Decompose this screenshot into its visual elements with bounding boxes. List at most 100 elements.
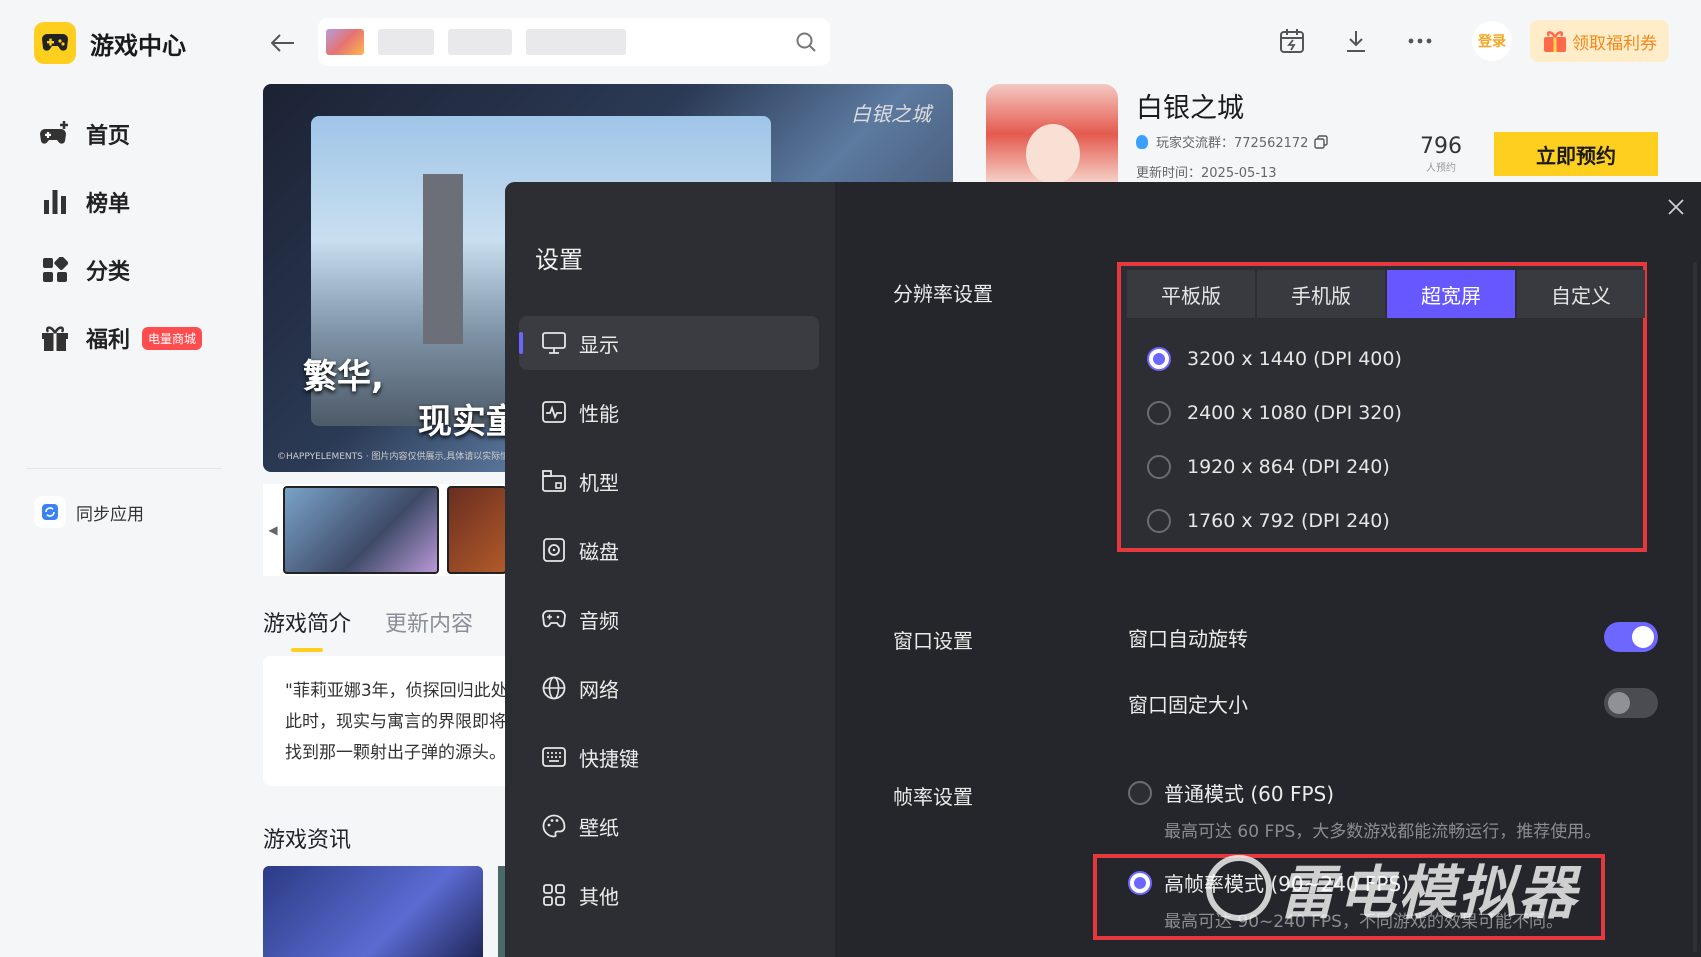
calendar-icon[interactable] <box>1272 21 1312 61</box>
update-date: 更新时间：2025-05-13 <box>1136 166 1277 181</box>
close-icon <box>1668 199 1684 215</box>
login-button[interactable]: 登录 <box>1472 21 1512 61</box>
disk-icon <box>541 537 567 563</box>
audio-gamepad-icon <box>541 606 567 632</box>
banner-copyright: ©HAPPYELEMENTS · 图片内容仅供展示,具体请以实际情况为准 <box>277 452 537 462</box>
banner-title-1: 繁华, <box>303 357 384 397</box>
banner-tower <box>423 174 463 344</box>
resolution-option[interactable]: 1920 x 864 (DPI 240) <box>1147 440 1402 494</box>
bar-chart-icon <box>38 185 72 219</box>
settings-title: 设置 <box>535 246 583 274</box>
scrollbar[interactable] <box>1693 262 1697 952</box>
more-icon[interactable] <box>1400 21 1440 61</box>
settings-item-shortcuts[interactable]: 快捷键 <box>519 730 819 784</box>
radio[interactable] <box>1147 455 1171 479</box>
settings-menu: 显示 性能 机型 磁盘 音频 网络 快捷键 壁纸 其他 <box>519 316 819 937</box>
qq-group-text: 玩家交流群：772562172 <box>1156 136 1309 151</box>
copy-icon[interactable] <box>1314 134 1329 149</box>
reservation-label: 人预约 <box>1426 163 1456 174</box>
settings-item-wallpaper[interactable]: 壁纸 <box>519 799 819 853</box>
tab-intro[interactable]: 游戏简介 <box>263 606 351 652</box>
description-line: 此时，现实与寓言的界限即将 <box>285 712 506 732</box>
sidebar-divider <box>26 468 222 469</box>
radio[interactable] <box>1147 509 1171 533</box>
settings-item-label: 机型 <box>579 470 619 495</box>
watermark-text: 雷电模拟器 <box>1278 859 1579 927</box>
tab-updates[interactable]: 更新内容 <box>385 606 473 638</box>
settings-item-disk[interactable]: 磁盘 <box>519 523 819 577</box>
radio[interactable] <box>1147 401 1171 425</box>
sidebar-item-home[interactable]: 首页 <box>38 100 202 168</box>
toggle-knob <box>1608 692 1630 714</box>
sidebar-item-category[interactable]: 分类 <box>38 236 202 304</box>
resolution-option-label: 3200 x 1440 (DPI 400) <box>1187 348 1402 370</box>
device-model-icon <box>541 468 567 494</box>
sidebar-item-label: 榜单 <box>86 192 131 217</box>
sidebar-item-ranking[interactable]: 榜单 <box>38 168 202 236</box>
settings-item-other[interactable]: 其他 <box>519 868 819 922</box>
reserve-button[interactable]: 立即预约 <box>1494 132 1658 176</box>
app-title: 游戏中心 <box>90 31 186 60</box>
search-input[interactable] <box>318 18 830 66</box>
settings-item-display[interactable]: 显示 <box>519 316 819 370</box>
fps-normal-option[interactable]: 普通模式 (60 FPS) 最高可达 60 FPS，大多数游戏都能流畅运行，推荐… <box>1128 778 1648 842</box>
sidebar-item-welfare[interactable]: 福利 电量商城 <box>38 304 203 372</box>
search-blurred-content <box>326 29 626 55</box>
settings-modal: 设置 显示 性能 机型 磁盘 音频 网络 快捷键 壁纸 其他 分辨率设置 平板版… <box>505 182 1701 957</box>
chevron-left-icon[interactable]: ◀ <box>263 523 283 537</box>
welfare-coupon-button[interactable]: 领取福利券 <box>1530 20 1669 62</box>
settings-item-device-model[interactable]: 机型 <box>519 454 819 508</box>
keyboard-icon <box>541 744 567 770</box>
gamepad-logo-icon <box>34 22 76 64</box>
settings-item-network[interactable]: 网络 <box>519 661 819 715</box>
settings-item-performance[interactable]: 性能 <box>519 385 819 439</box>
thumbnail[interactable] <box>283 486 439 574</box>
qq-group[interactable]: 玩家交流群：772562172 <box>1136 132 1329 151</box>
radio-selected[interactable] <box>1128 870 1152 895</box>
resolution-option-label: 2400 x 1080 (DPI 320) <box>1187 402 1402 424</box>
gift-icon <box>38 321 72 355</box>
settings-item-label: 其他 <box>579 884 619 909</box>
resolution-option[interactable]: 3200 x 1440 (DPI 400) <box>1147 332 1402 386</box>
fixed-size-toggle[interactable] <box>1604 688 1658 718</box>
thumbnail[interactable] <box>447 486 507 574</box>
settings-item-label: 显示 <box>579 332 619 357</box>
search-icon[interactable] <box>794 30 818 54</box>
reservation-number: 796 <box>1420 134 1462 159</box>
monitor-icon <box>541 330 567 356</box>
settings-item-audio[interactable]: 音频 <box>519 592 819 646</box>
news-image[interactable] <box>263 866 483 957</box>
settings-sidebar: 设置 显示 性能 机型 磁盘 音频 网络 快捷键 壁纸 其他 <box>505 182 835 957</box>
brand[interactable]: 游戏中心 <box>34 22 186 64</box>
resolution-option[interactable]: 1760 x 792 (DPI 240) <box>1147 494 1402 548</box>
window-settings-label: 窗口设置 <box>893 629 973 653</box>
arrow-left-icon <box>271 34 294 52</box>
download-icon[interactable] <box>1336 21 1376 61</box>
banner-thumbnails: ◀ <box>263 484 523 576</box>
settings-item-label: 壁纸 <box>579 815 619 840</box>
radio-selected[interactable] <box>1147 347 1171 371</box>
close-button[interactable] <box>1661 192 1691 222</box>
sync-app-button[interactable]: 同步应用 <box>34 496 144 528</box>
tab-tablet[interactable]: 平板版 <box>1127 270 1255 318</box>
tab-custom[interactable]: 自定义 <box>1517 270 1645 318</box>
settings-item-label: 音频 <box>579 608 619 633</box>
mall-badge: 电量商城 <box>142 326 203 350</box>
performance-icon <box>541 399 567 425</box>
grid-icon <box>38 253 72 287</box>
tab-ultrawide[interactable]: 超宽屏 <box>1387 270 1515 318</box>
welfare-coupon-label: 领取福利券 <box>1572 33 1657 54</box>
tab-phone[interactable]: 手机版 <box>1257 270 1385 318</box>
apps-grid-icon <box>541 882 567 908</box>
auto-rotate-label: 窗口自动旋转 <box>1128 626 1248 651</box>
back-button[interactable] <box>266 26 300 60</box>
resolution-option[interactable]: 2400 x 1080 (DPI 320) <box>1147 386 1402 440</box>
sidebar-item-label: 福利 <box>86 328 131 353</box>
sync-icon <box>34 496 66 528</box>
auto-rotate-toggle[interactable] <box>1604 622 1658 652</box>
settings-item-label: 磁盘 <box>579 539 619 564</box>
radio[interactable] <box>1128 780 1152 805</box>
sync-app-label: 同步应用 <box>76 504 144 525</box>
sidebar-nav: 首页 榜单 分类 福利 电量商城 <box>38 100 203 372</box>
game-icon-face <box>1026 124 1080 184</box>
